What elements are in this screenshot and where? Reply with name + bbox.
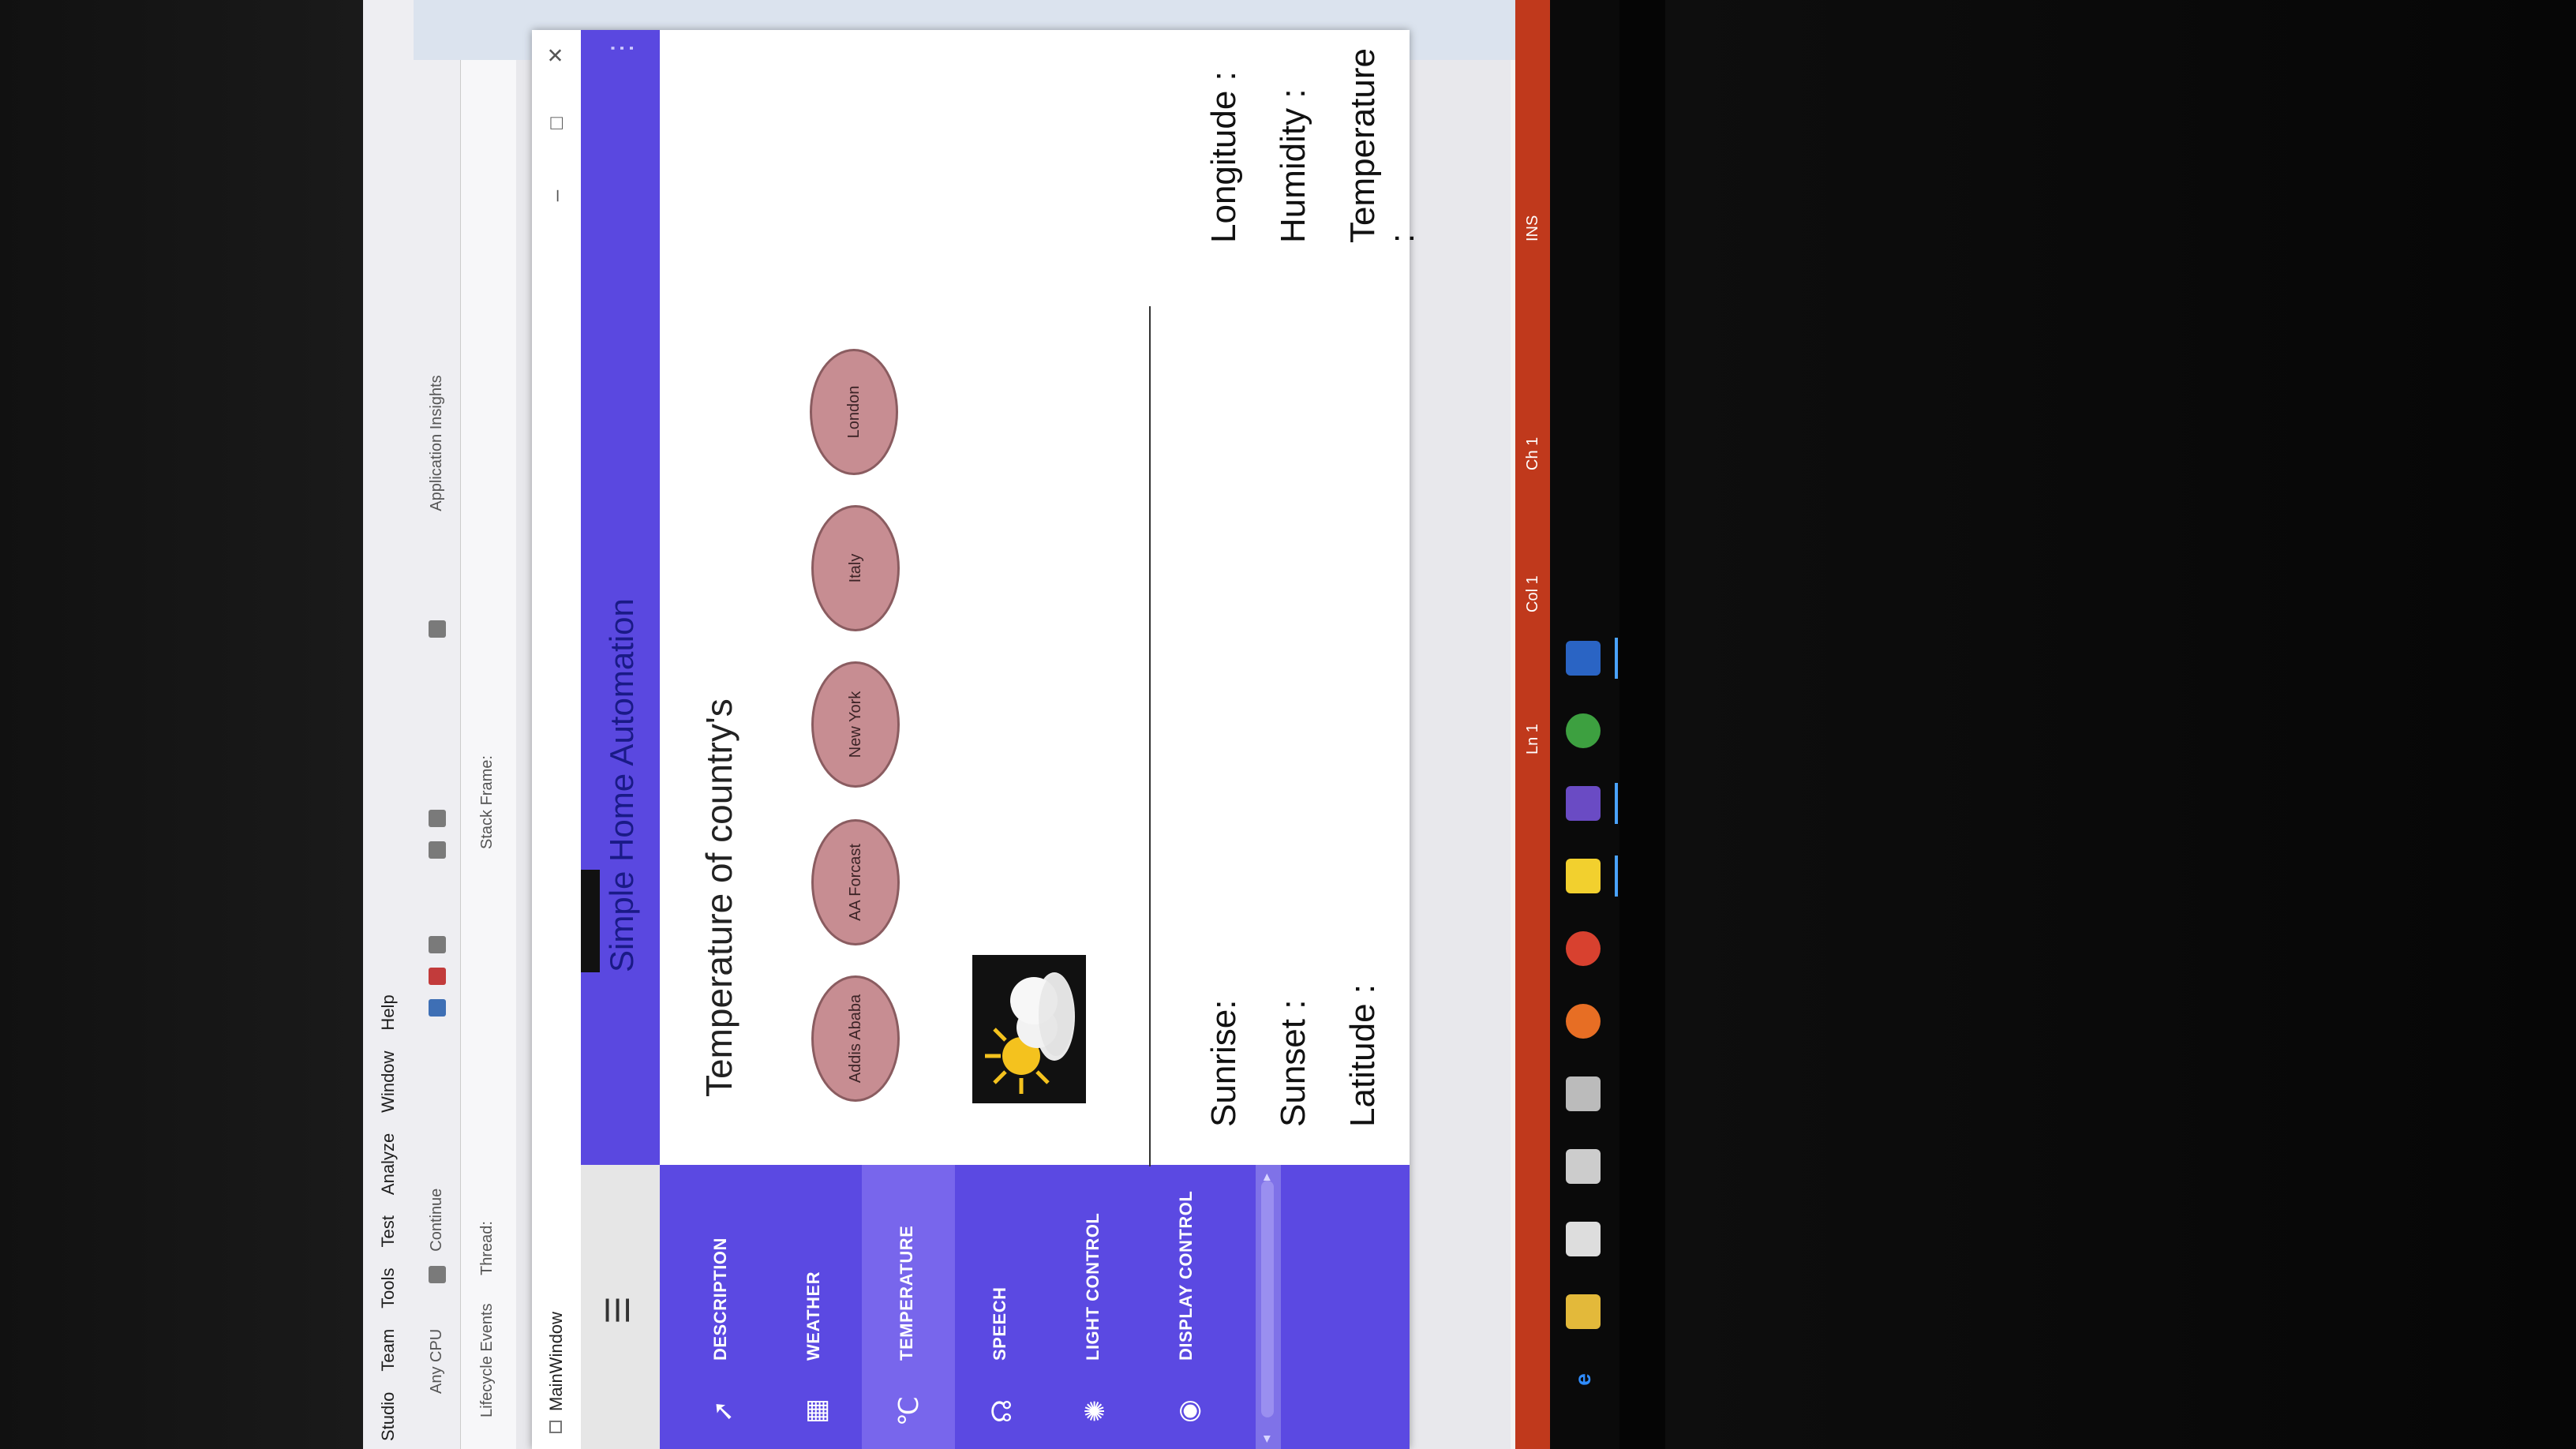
sticky-notes-icon[interactable]: [1566, 859, 1601, 893]
step-icon[interactable]: [428, 841, 446, 859]
vs-menu-bar: Studio Team Tools Test Analyze Window He…: [363, 0, 414, 1449]
vs-menu-team[interactable]: Team: [378, 1329, 399, 1372]
temperature-label: Temperature :: [1343, 47, 1421, 243]
window-title: MainWindow: [546, 1312, 566, 1411]
taskbar-active-indicator: [1615, 783, 1618, 824]
maximize-button[interactable]: □: [540, 107, 571, 139]
celsius-icon: ℃: [894, 1395, 924, 1427]
nav-scrollbar-thumb[interactable]: [1261, 1181, 1274, 1417]
visual-studio-icon[interactable]: [1566, 786, 1601, 821]
taskbar-active-indicator: [1615, 638, 1618, 679]
lightbulb-icon: ✺: [1080, 1399, 1110, 1423]
eye-icon: ◉: [1174, 1399, 1204, 1423]
calculator-icon[interactable]: [1566, 1076, 1601, 1111]
nav-label: TEMPERATURE: [897, 1225, 916, 1361]
minimize-button[interactable]: –: [540, 180, 571, 212]
humidity-label: Humidity :: [1274, 88, 1312, 243]
pause-icon[interactable]: [428, 998, 446, 1017]
city-button-new-york[interactable]: New York: [811, 661, 900, 788]
nav-item-speech[interactable]: ☊ SPEECH: [955, 1165, 1048, 1449]
config-dropdown[interactable]: Any CPU: [428, 1329, 446, 1394]
city-button-italy[interactable]: Italy: [811, 505, 900, 631]
city-button-aa-forcast[interactable]: AA Forcast: [811, 819, 900, 945]
vs-menu-tools[interactable]: Tools: [378, 1267, 399, 1308]
temperature-page: Temperature of country's Addis Ababa AA …: [660, 30, 1421, 1166]
sunrise-label: Sunrise:: [1204, 999, 1243, 1127]
vs-menu-analyze[interactable]: Analyze: [378, 1133, 399, 1195]
status-col: Col 1: [1523, 575, 1541, 612]
vs-debug-location-bar: Lifecycle Events Thread: Stack Frame:: [461, 0, 516, 1449]
vs-menu-test[interactable]: Test: [378, 1215, 399, 1247]
edge-icon[interactable]: e: [1566, 1362, 1601, 1397]
restart-icon[interactable]: [428, 935, 446, 953]
taskbar-active-indicator: [1615, 856, 1618, 897]
nav-item-weather[interactable]: ▦ WEATHER: [769, 1165, 862, 1449]
content-divider: [1149, 306, 1151, 1166]
status-ch: Ch 1: [1523, 436, 1541, 470]
app-window-icon[interactable]: [1566, 641, 1601, 676]
monitor-screen: Studio Team Tools Test Analyze Window He…: [363, 0, 1665, 1449]
speech-icon: ☊: [987, 1398, 1017, 1424]
nav-label: DISPLAY CONTROL: [1176, 1190, 1196, 1361]
stack-frame-label: Stack Frame:: [478, 755, 496, 849]
hamburger-area: ☰: [581, 1165, 660, 1449]
file-explorer-icon[interactable]: [1566, 1294, 1601, 1329]
nav-label: DESCRIPTION: [710, 1237, 730, 1361]
close-button[interactable]: ✕: [540, 39, 571, 71]
window-icon: [549, 1421, 562, 1433]
compass-icon: ➚: [708, 1399, 738, 1423]
nav-item-temperature[interactable]: ℃ TEMPERATURE: [862, 1165, 955, 1449]
navigation-pane: ➚ DESCRIPTION ▦ WEATHER ℃ TEMPERATURE ☊ …: [660, 1165, 1410, 1449]
partly-cloudy-graphic: [985, 972, 1075, 1094]
bookmark-icon[interactable]: [428, 620, 446, 638]
partly-cloudy-icon: [972, 955, 1086, 1103]
thread-label: Thread:: [478, 1221, 496, 1275]
store-icon[interactable]: [1566, 1149, 1601, 1184]
chrome-icon[interactable]: [1566, 931, 1601, 966]
app-bar: Simple Home Automation ⋮: [581, 30, 660, 1165]
city-button-london[interactable]: London: [810, 349, 898, 475]
nav-item-light-control[interactable]: ✺ LIGHT CONTROL: [1048, 1165, 1141, 1449]
insights-button[interactable]: Application Insights: [428, 375, 446, 511]
hex-icon[interactable]: [428, 809, 446, 827]
stop-icon[interactable]: [428, 967, 446, 985]
scroll-right-arrow-icon[interactable]: ▸: [1258, 1174, 1275, 1181]
spotify-icon[interactable]: [1566, 713, 1601, 748]
windows-taskbar: e: [1550, 0, 1619, 1449]
app-title: Simple Home Automation: [603, 598, 640, 972]
continue-button[interactable]: Continue: [428, 1189, 446, 1252]
nav-label: LIGHT CONTROL: [1083, 1212, 1103, 1361]
scroll-left-arrow-icon[interactable]: ◂: [1258, 1436, 1275, 1443]
nav-item-display-control[interactable]: ◉ DISPLAY CONTROL: [1141, 1165, 1234, 1449]
city-button-addis-ababa[interactable]: Addis Ababa: [811, 975, 900, 1102]
title-bar[interactable]: MainWindow – □ ✕: [532, 30, 582, 1449]
nav-item-description[interactable]: ➚ DESCRIPTION: [676, 1165, 769, 1449]
longitude-label: Longitude :: [1204, 71, 1243, 243]
background-left: [0, 0, 363, 1449]
vs-menu-help[interactable]: Help: [378, 994, 399, 1030]
main-window: MainWindow – □ ✕ ☰ Simple Home Automatio…: [532, 30, 1421, 1449]
monitor-bezel: [1619, 0, 1665, 1449]
mail-icon[interactable]: [1566, 1222, 1601, 1256]
firefox-icon[interactable]: [1566, 1004, 1601, 1039]
vs-toolbar: Any CPU Continue Application Insights: [414, 0, 461, 1449]
windows-icon: ▦: [801, 1398, 831, 1425]
background-right: [1657, 0, 2576, 1449]
debug-toolbar-strip: [581, 870, 600, 972]
hamburger-menu-icon[interactable]: ☰: [601, 1296, 636, 1324]
lifecycle-events[interactable]: Lifecycle Events: [478, 1303, 496, 1417]
vs-menu-window[interactable]: Window: [378, 1051, 399, 1113]
play-icon[interactable]: [428, 1265, 446, 1283]
nav-label: SPEECH: [990, 1286, 1009, 1361]
latitude-label: Latitude :: [1343, 983, 1382, 1127]
vs-status-bar: Ln 1 Col 1 Ch 1 INS: [1515, 0, 1550, 1449]
status-line: Ln 1: [1523, 724, 1541, 754]
sunset-label: Sunset :: [1274, 999, 1312, 1127]
vs-menu-studio[interactable]: Studio: [378, 1392, 399, 1441]
page-heading: Temperature of country's: [698, 698, 739, 1097]
status-ins: INS: [1523, 215, 1541, 242]
nav-label: WEATHER: [803, 1271, 823, 1361]
more-options-icon[interactable]: ⋮: [606, 35, 638, 62]
